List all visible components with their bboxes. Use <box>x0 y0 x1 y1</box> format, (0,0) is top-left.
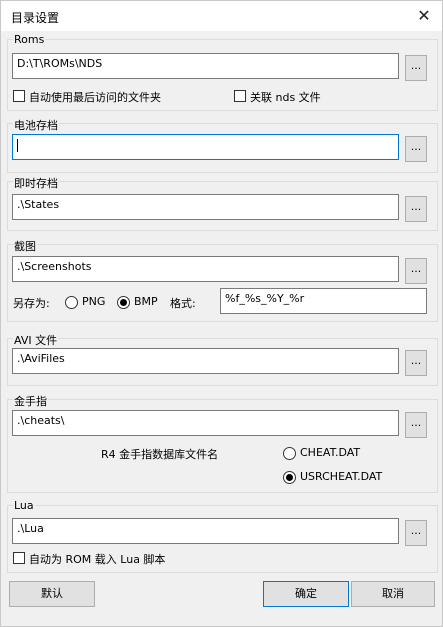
usrcheat-dat-label: USRCHEAT.DAT <box>300 470 383 483</box>
cheats-browse-button[interactable]: ... <box>405 412 427 438</box>
lua-browse-button[interactable]: ... <box>405 520 427 546</box>
save-as-label: 另存为: <box>13 297 50 310</box>
lua-group-label: Lua <box>13 499 35 512</box>
cancel-button[interactable]: 取消 <box>351 581 435 607</box>
assoc-nds-label: 关联 nds 文件 <box>250 91 321 104</box>
usrcheat-dat-radio[interactable] <box>283 471 296 484</box>
png-radio[interactable] <box>65 296 78 309</box>
battery-browse-button[interactable]: ... <box>405 136 427 162</box>
directory-settings-dialog: 目录设置 ✕ Roms D:\T\ROMs\NDS ... 自动使用最后访问的文… <box>0 0 443 627</box>
window-title: 目录设置 <box>11 11 60 25</box>
savestate-group-label: 即时存档 <box>13 175 59 191</box>
roms-group-label: Roms <box>13 33 46 46</box>
screenshot-path-input[interactable]: .\Screenshots <box>12 256 399 282</box>
default-button[interactable]: 默认 <box>9 581 95 607</box>
cheats-group-label: 金手指 <box>13 393 48 409</box>
cheat-dat-label: CHEAT.DAT <box>300 446 361 459</box>
text-caret <box>17 138 18 152</box>
auto-last-folder-label: 自动使用最后访问的文件夹 <box>29 91 161 104</box>
battery-group-label: 电池存档 <box>13 117 59 133</box>
ok-button[interactable]: 确定 <box>263 581 349 607</box>
roms-path-input[interactable]: D:\T\ROMs\NDS <box>12 53 399 79</box>
cheats-path-input[interactable]: .\cheats\ <box>12 410 399 436</box>
screenshot-browse-button[interactable]: ... <box>405 258 427 284</box>
roms-browse-button[interactable]: ... <box>405 55 427 81</box>
avi-group-label: AVI 文件 <box>13 332 59 348</box>
cheat-dat-radio[interactable] <box>283 447 296 460</box>
cheat-db-label: R4 金手指数据库文件名 <box>101 448 219 461</box>
lua-path-input[interactable]: .\Lua <box>12 518 399 544</box>
close-icon[interactable]: ✕ <box>412 4 436 28</box>
savestate-browse-button[interactable]: ... <box>405 196 427 222</box>
bmp-radio-label: BMP <box>134 295 158 308</box>
png-radio-label: PNG <box>82 295 106 308</box>
bmp-radio[interactable] <box>117 296 130 309</box>
avi-path-input[interactable]: .\AviFiles <box>12 348 399 374</box>
title-bar: 目录设置 ✕ <box>1 1 442 31</box>
savestate-path-input[interactable]: .\States <box>12 194 399 220</box>
format-label: 格式: <box>170 297 196 310</box>
screenshot-format-input[interactable]: %f_%s_%Y_%r <box>220 288 427 314</box>
battery-path-input[interactable] <box>12 134 399 160</box>
lua-autoload-label: 自动为 ROM 载入 Lua 脚本 <box>29 553 166 566</box>
avi-browse-button[interactable]: ... <box>405 350 427 376</box>
lua-autoload-checkbox[interactable] <box>13 552 25 564</box>
screenshot-group-label: 截图 <box>13 238 37 254</box>
auto-last-folder-checkbox[interactable] <box>13 90 25 102</box>
assoc-nds-checkbox[interactable] <box>234 90 246 102</box>
